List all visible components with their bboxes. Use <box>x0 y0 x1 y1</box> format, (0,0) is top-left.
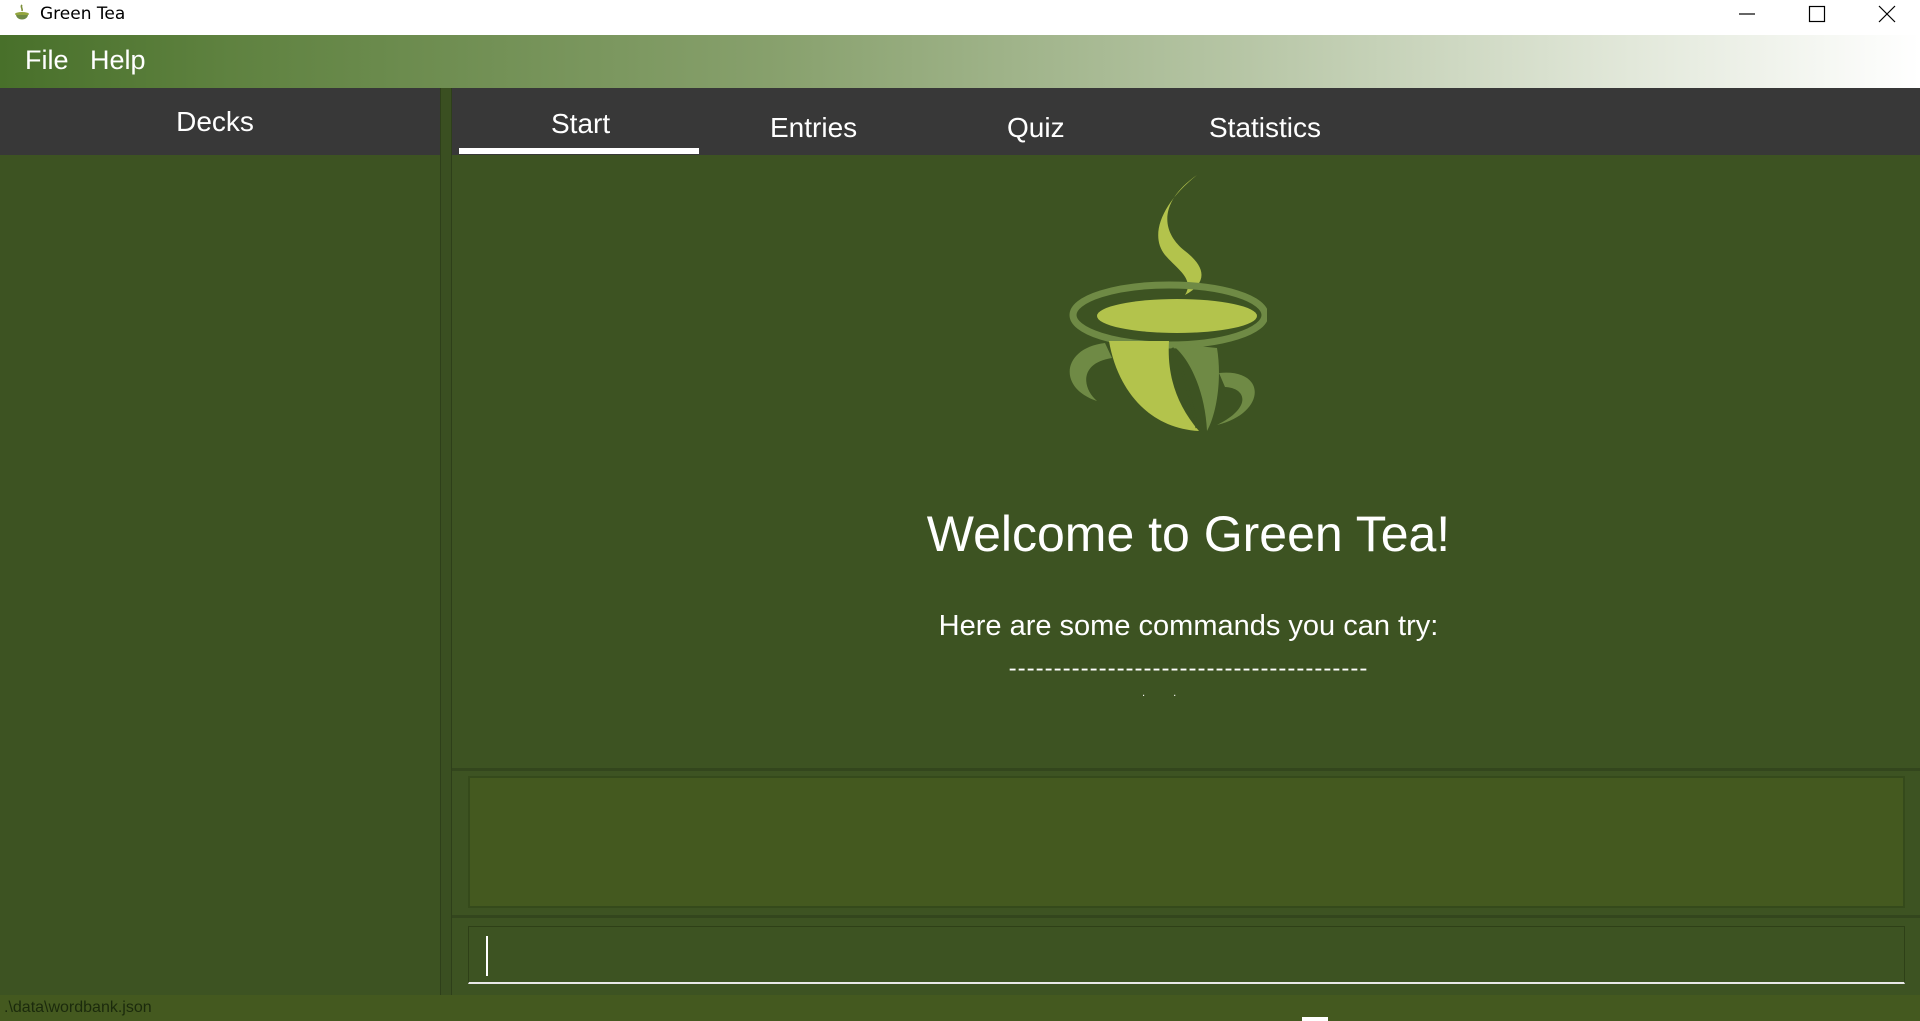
status-bar: .\data\wordbank.json <box>0 995 1920 1021</box>
command-input[interactable] <box>469 927 1904 982</box>
menu-bar: File Help <box>0 35 1920 88</box>
welcome-heading: Welcome to Green Tea! <box>926 506 1451 562</box>
command-box[interactable] <box>468 926 1905 984</box>
decks-header: Decks <box>0 88 440 155</box>
separator-line: ---------------------------------------- <box>1008 655 1369 682</box>
close-icon <box>1878 5 1896 23</box>
commands-subtitle: Here are some commands you can try: <box>938 610 1439 642</box>
window-title: Green Tea <box>40 4 126 24</box>
menu-help[interactable]: Help <box>90 45 146 76</box>
decks-title: Decks <box>176 106 254 137</box>
maximize-button[interactable] <box>1782 0 1852 28</box>
start-page: Welcome to Green Tea! Here are some comm… <box>452 155 1920 768</box>
tab-start[interactable]: Start <box>551 108 610 140</box>
tab-quiz[interactable]: Quiz <box>1007 112 1065 144</box>
status-indicator <box>1302 1017 1328 1021</box>
main-divider[interactable] <box>452 768 1920 771</box>
green-tea-cup-icon <box>15 4 29 20</box>
result-divider[interactable] <box>452 915 1920 918</box>
split-pane-divider[interactable] <box>440 88 452 995</box>
title-bar: Green Tea <box>0 0 1920 35</box>
green-tea-cup-logo <box>1069 175 1267 431</box>
minimize-button[interactable] <box>1712 0 1782 28</box>
close-button[interactable] <box>1852 0 1920 28</box>
tab-bar: Start Entries Quiz Statistics <box>452 88 1920 155</box>
menu-file[interactable]: File <box>25 45 69 76</box>
tab-entries[interactable]: Entries <box>770 112 857 144</box>
result-display <box>468 776 1905 908</box>
deck-list-panel: Decks <box>0 88 440 995</box>
maximize-icon <box>1808 5 1826 23</box>
text-cursor <box>486 936 488 976</box>
minimize-icon <box>1739 13 1755 15</box>
loading-dots: ·· <box>1142 691 1205 702</box>
selected-tab-indicator <box>459 148 699 154</box>
tab-statistics[interactable]: Statistics <box>1209 112 1321 144</box>
storage-path: .\data\wordbank.json <box>4 999 152 1016</box>
